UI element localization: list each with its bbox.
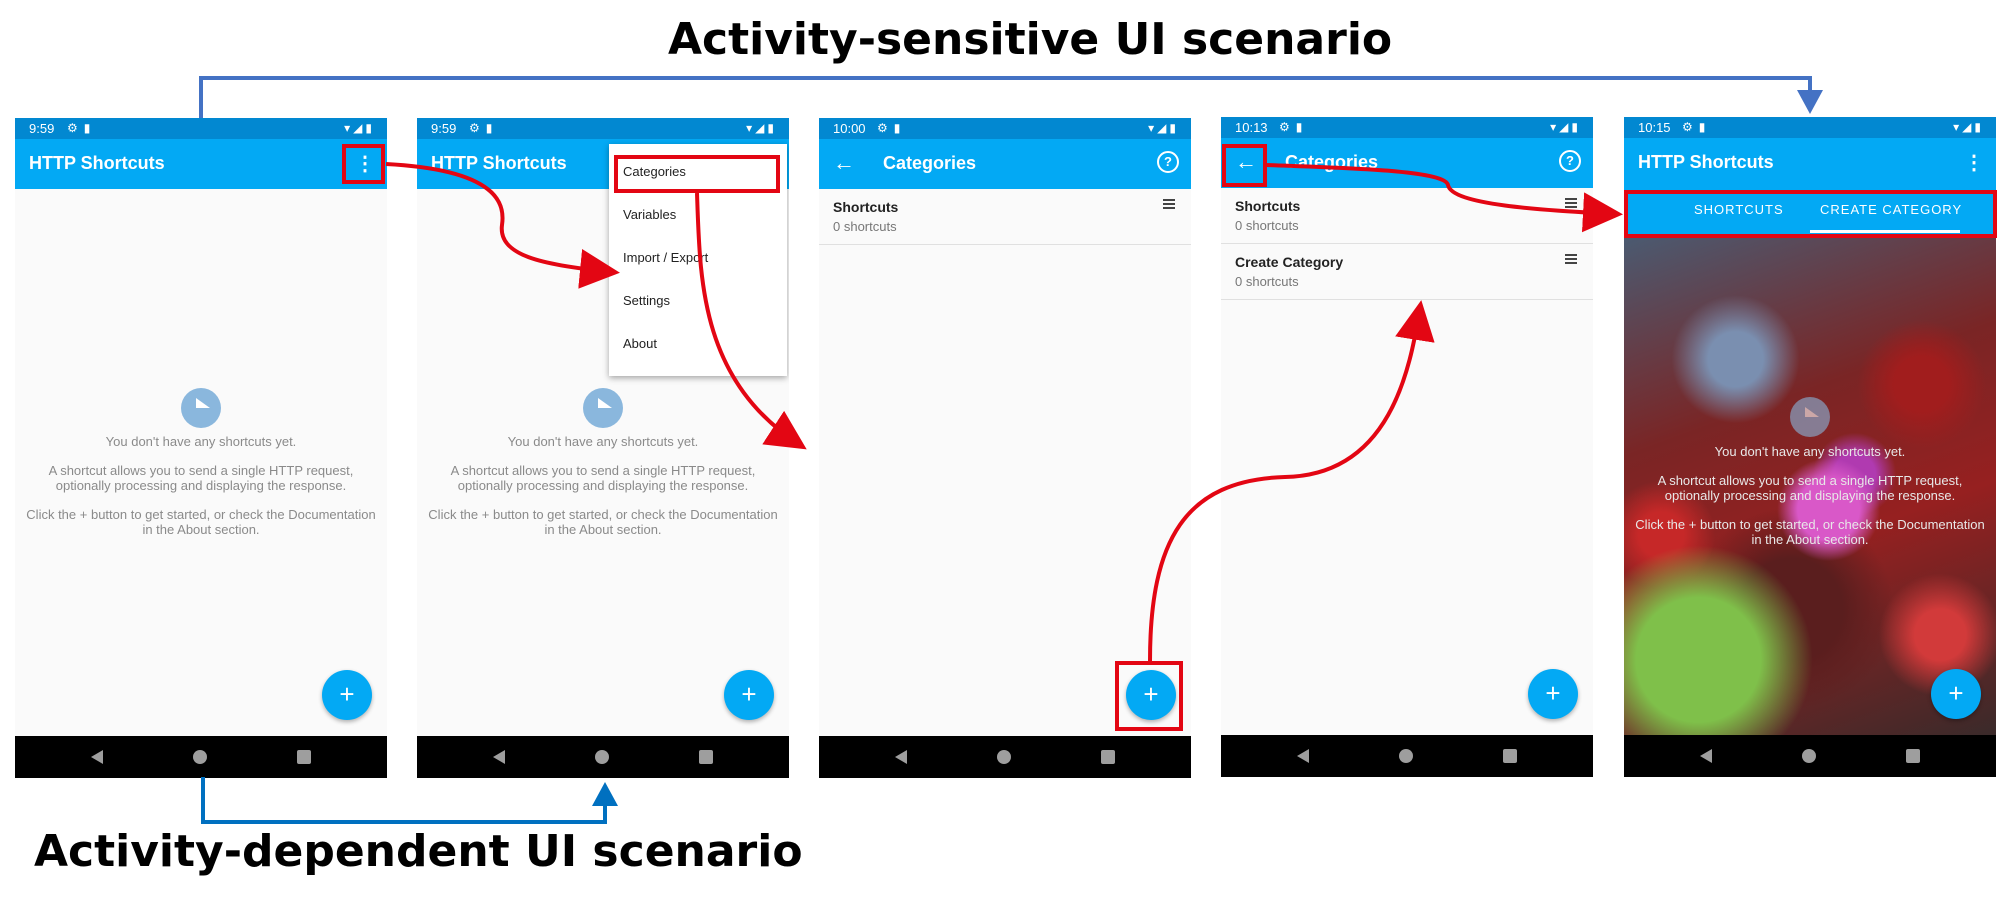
red-arrow-categories-to-screen	[695, 192, 807, 450]
red-arrow-menu-to-popup	[385, 162, 620, 289]
arrow-overlay	[199, 76, 1823, 824]
blue-arrow-bottom	[201, 777, 607, 824]
blue-arrowhead-bottom	[592, 782, 618, 806]
red-arrow-back-to-tabs	[1266, 163, 1623, 233]
blue-arrow-top	[199, 76, 1812, 118]
red-arrow-fab-to-new-category	[1148, 300, 1435, 662]
blue-arrowhead-top	[1797, 90, 1823, 114]
